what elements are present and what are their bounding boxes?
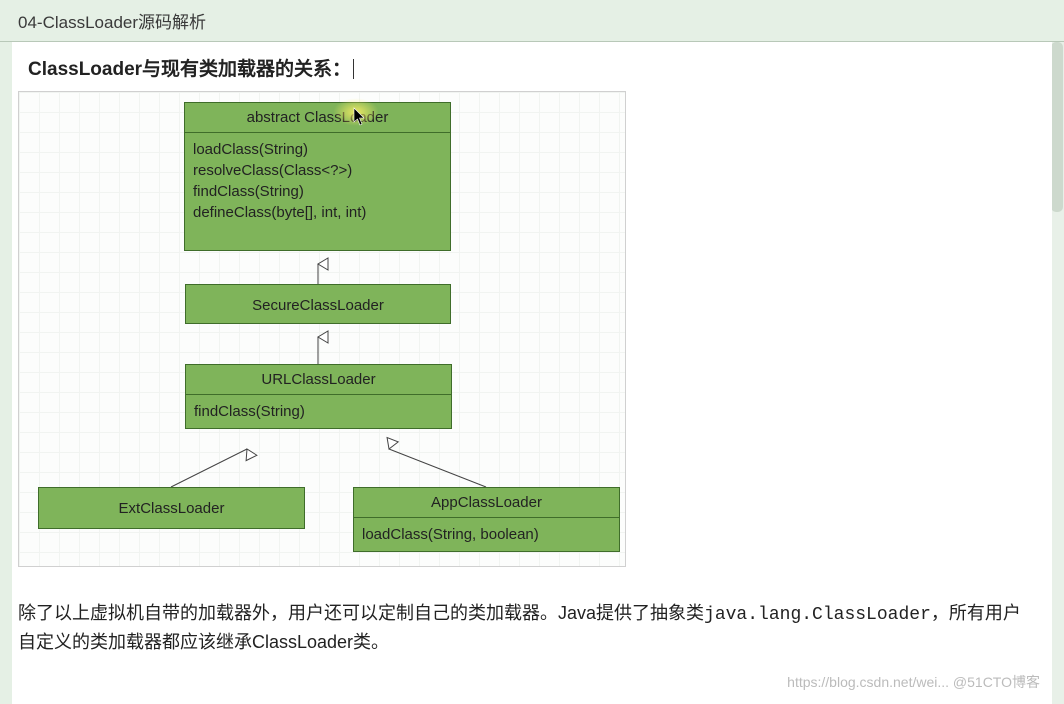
window-title: 04-ClassLoader源码解析 xyxy=(18,8,206,33)
document-content: ClassLoader与现有类加载器的关系： abs xyxy=(12,42,1052,704)
class-box-classloader: abstract ClassLoader loadClass(String) r… xyxy=(184,102,451,251)
class-title: URLClassLoader xyxy=(186,365,451,395)
class-box-appclassloader: AppClassLoader loadClass(String, boolean… xyxy=(353,487,620,552)
vertical-scrollbar[interactable] xyxy=(1050,42,1064,704)
uml-diagram: abstract ClassLoader loadClass(String) r… xyxy=(18,91,626,567)
class-title: abstract ClassLoader xyxy=(185,103,450,133)
method-item: findClass(String) xyxy=(193,181,442,202)
paragraph-text: 除了以上虚拟机自带的加载器外，用户还可以定制自己的类加载器。Java提供了抽象类… xyxy=(18,600,1036,656)
watermark-text: https://blog.csdn.net/wei... @51CTO博客 xyxy=(787,672,1040,692)
text-caret-icon xyxy=(353,59,354,79)
scrollbar-thumb[interactable] xyxy=(1051,42,1063,212)
section-heading: ClassLoader与现有类加载器的关系： xyxy=(12,48,1052,87)
class-methods: loadClass(String) resolveClass(Class<?>)… xyxy=(185,133,450,229)
method-item: defineClass(byte[], int, int) xyxy=(193,202,442,223)
section-heading-text: ClassLoader与现有类加载器的关系： xyxy=(28,59,351,80)
app-window: { "titlebar": "04-ClassLoader源码解析", "sub… xyxy=(0,0,1064,704)
class-methods: findClass(String) xyxy=(186,395,451,428)
class-box-urlclassloader: URLClassLoader findClass(String) xyxy=(185,364,452,429)
class-title: SecureClassLoader xyxy=(252,297,384,314)
class-title: AppClassLoader xyxy=(354,488,619,518)
method-item: resolveClass(Class<?>) xyxy=(193,160,442,181)
class-box-secureclassloader: SecureClassLoader xyxy=(185,284,451,324)
class-methods: loadClass(String, boolean) xyxy=(354,518,619,551)
class-title: ExtClassLoader xyxy=(119,500,225,517)
method-item: loadClass(String) xyxy=(193,139,442,160)
method-item: loadClass(String, boolean) xyxy=(362,524,611,545)
window-title-bar: 04-ClassLoader源码解析 xyxy=(0,0,1064,42)
class-box-extclassloader: ExtClassLoader xyxy=(38,487,305,529)
inline-code: java.lang.ClassLoader xyxy=(704,605,931,625)
paragraph-part: 除了以上虚拟机自带的加载器外，用户还可以定制自己的类加载器。Java提供了抽象类 xyxy=(18,603,704,623)
method-item: findClass(String) xyxy=(194,401,443,422)
